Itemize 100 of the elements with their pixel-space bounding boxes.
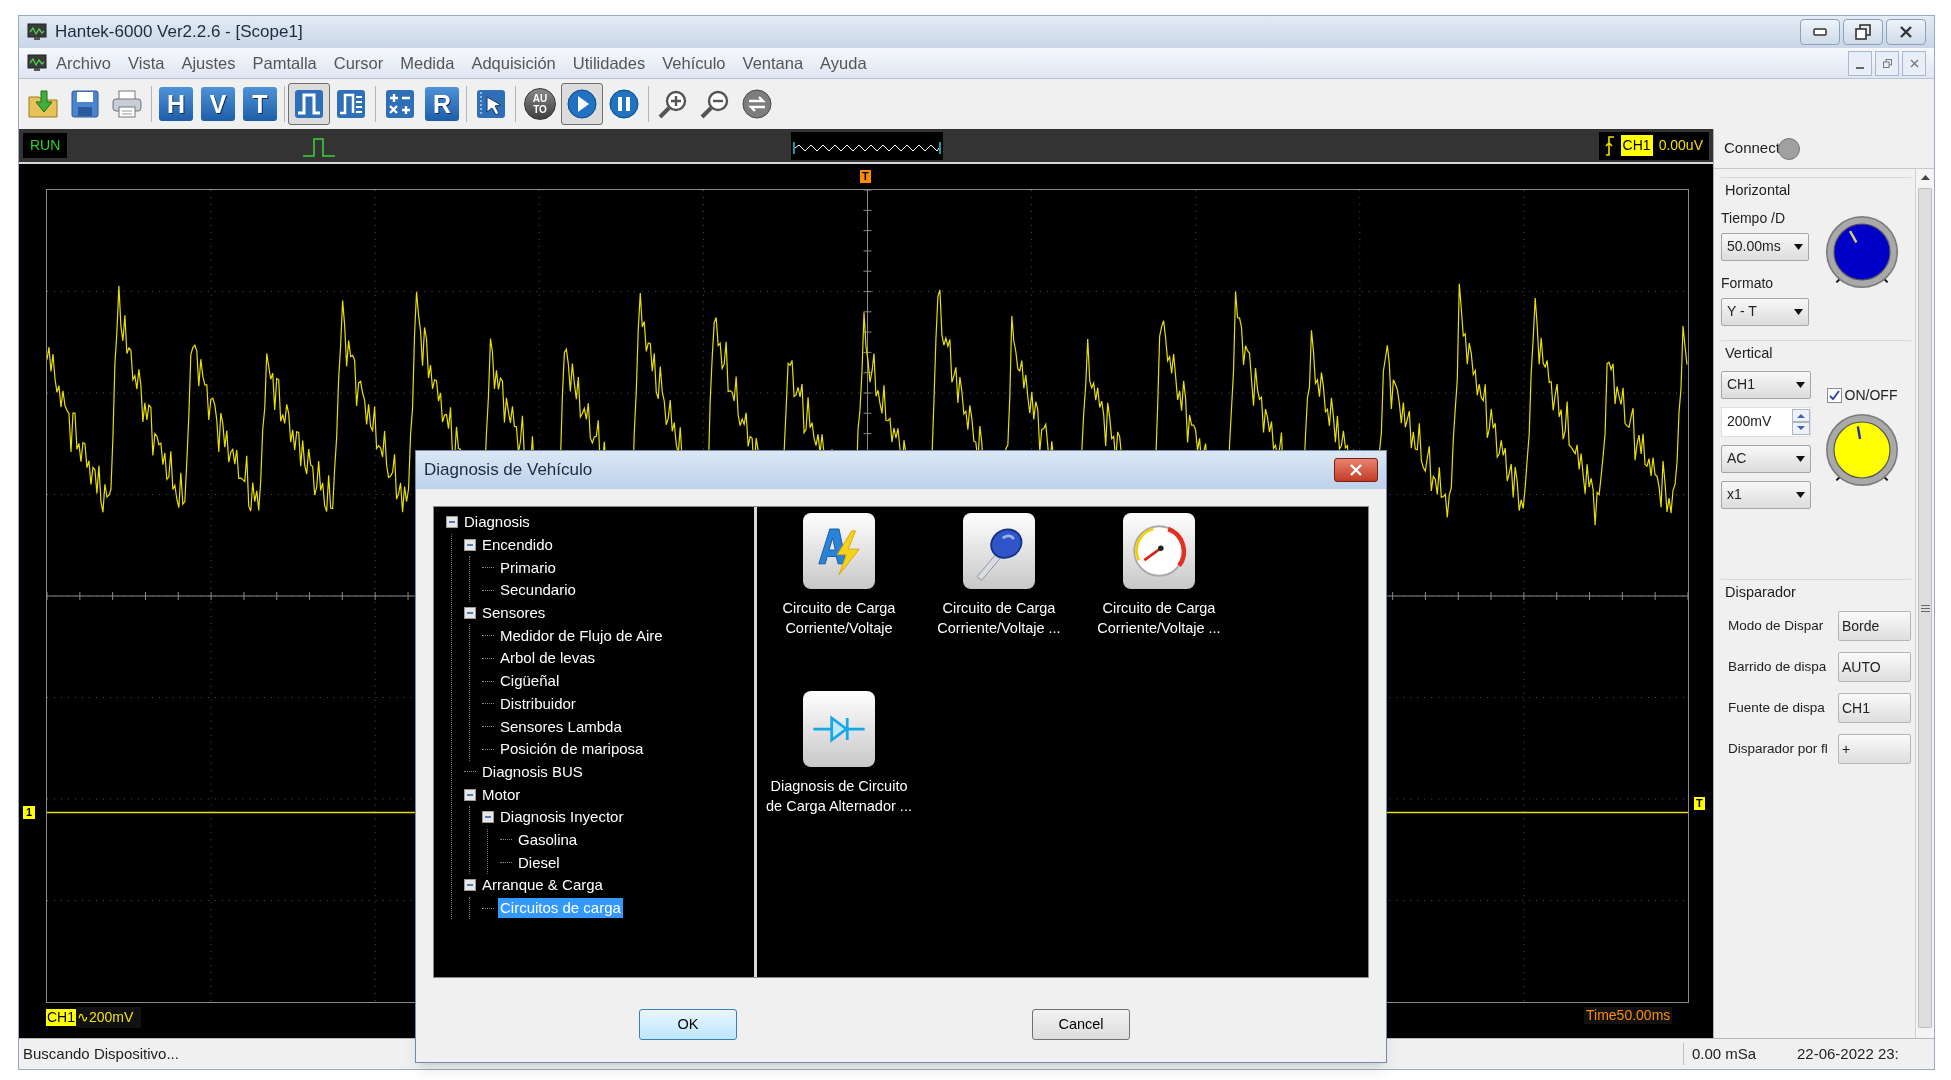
pulse-button[interactable] xyxy=(288,83,330,125)
dropdown[interactable]: x1 xyxy=(1721,480,1811,509)
tree-item[interactable]: Primario xyxy=(498,557,558,578)
square-wave-icon xyxy=(335,88,367,120)
tree-item[interactable]: Gasolina xyxy=(516,829,580,850)
spinner-arrows-icon[interactable] xyxy=(1792,408,1810,435)
menu-item[interactable]: Medida xyxy=(399,50,456,76)
tree-item[interactable]: Arranque & Carga xyxy=(480,875,605,896)
field-label: Disparador por fl xyxy=(1728,740,1829,759)
tree-item[interactable]: Arbol de levas xyxy=(498,648,598,669)
tree-item[interactable]: Encendido xyxy=(480,535,555,556)
tree-item[interactable]: Posición de mariposa xyxy=(498,739,646,760)
dropdown-value: 50.00ms xyxy=(1727,237,1781,257)
minimize-button[interactable] xyxy=(1800,19,1840,45)
pause-icon xyxy=(608,88,640,120)
square-wave-icon xyxy=(293,88,325,120)
dropdown-value: AC xyxy=(1727,449,1747,468)
section-title: Horizontal xyxy=(1724,181,1792,200)
minimize-icon xyxy=(1813,28,1827,36)
collapse-icon[interactable] xyxy=(464,539,476,552)
menu-item[interactable]: Adquisición xyxy=(470,50,557,76)
test-label[interactable]: Circuito de Carga Corriente/Voltaje xyxy=(782,598,896,638)
cursor-icon xyxy=(475,88,507,120)
scroll-thumb[interactable] xyxy=(1918,188,1932,1028)
restore-icon xyxy=(1882,58,1892,68)
close-icon xyxy=(1899,25,1913,39)
dropdown[interactable]: + xyxy=(1838,734,1911,765)
dropdown-arrow-icon xyxy=(1796,455,1805,462)
trigger-level-marker: T xyxy=(1694,797,1705,810)
arrows-icon xyxy=(741,88,773,120)
menu-item[interactable]: Vista xyxy=(127,50,166,76)
dropdown[interactable]: Borde xyxy=(1838,611,1911,642)
restore-button[interactable] xyxy=(1843,19,1883,45)
rising-edge-icon xyxy=(1604,135,1615,156)
tree-item[interactable]: Medidor de Flujo de Aire xyxy=(498,625,665,646)
tree-item[interactable]: Diagnosis BUS xyxy=(480,761,585,782)
test-tile[interactable] xyxy=(803,691,875,767)
folder-icon xyxy=(27,88,59,120)
test-tile[interactable] xyxy=(963,513,1035,589)
dropdown[interactable]: Y - T xyxy=(1721,297,1809,326)
tree-item[interactable]: Diagnosis Inyector xyxy=(498,807,626,828)
tree-item[interactable]: Diagnosis xyxy=(462,512,532,533)
menu-item[interactable]: Ajustes xyxy=(180,50,237,76)
section-title: Disparador xyxy=(1724,582,1797,602)
tree-item[interactable]: Sensores xyxy=(480,603,548,624)
play-icon xyxy=(566,88,598,120)
dropdown[interactable]: 50.00ms xyxy=(1721,232,1809,261)
floppy-icon xyxy=(69,88,101,120)
on-off-checkbox[interactable]: ON/OFF xyxy=(1826,384,1898,406)
tree-item[interactable]: Sensores Lambda xyxy=(498,716,624,737)
collapse-icon[interactable] xyxy=(482,811,494,824)
play-button[interactable] xyxy=(561,83,603,125)
monitor-icon xyxy=(27,54,47,72)
cancel-button[interactable]: Cancel xyxy=(1032,1009,1130,1040)
collapse-icon[interactable] xyxy=(464,788,476,801)
connect-label: Connect xyxy=(1724,138,1780,159)
menu-item[interactable]: Ventana xyxy=(741,50,805,76)
close-button[interactable] xyxy=(1334,458,1378,482)
minimize-icon xyxy=(1856,66,1864,70)
checkbox[interactable] xyxy=(1826,387,1842,403)
tree-item[interactable]: Diesel xyxy=(516,852,562,873)
minimize-button[interactable] xyxy=(1848,50,1872,76)
collapse-icon[interactable] xyxy=(464,879,476,892)
test-tile[interactable] xyxy=(803,513,875,589)
menu-item[interactable]: Vehículo xyxy=(661,50,727,76)
menu-item[interactable]: Pamtalla xyxy=(251,50,318,76)
test-label[interactable]: Diagnosis de Circuito de Carga Alternador ... xyxy=(766,776,912,816)
grip-icon xyxy=(1920,603,1930,613)
dropdown-value: Y - T xyxy=(1727,302,1757,322)
trigger-position-marker: T xyxy=(860,170,871,183)
restore-button[interactable] xyxy=(1875,50,1899,76)
tree-item[interactable]: Motor xyxy=(480,784,523,805)
tree-item[interactable]: Cigüeñal xyxy=(498,671,562,692)
field-label: Modo de Dispar xyxy=(1728,617,1825,636)
dropdown[interactable]: CH1 xyxy=(1838,693,1911,724)
tree-item[interactable]: Distribuidor xyxy=(498,693,578,714)
ok-button[interactable]: OK xyxy=(639,1009,737,1040)
channel-badge: CH1 xyxy=(46,1009,76,1026)
window-title: Hantek-6000 Ver2.2.6 - [Scope1] xyxy=(55,21,303,44)
menu-item[interactable]: Ayuda xyxy=(819,50,868,76)
collapse-icon[interactable] xyxy=(446,516,458,529)
dropdown[interactable]: AUTO xyxy=(1838,652,1911,683)
monitor-icon xyxy=(27,23,47,41)
menu-item[interactable]: Cursor xyxy=(332,50,385,76)
dropdown-value: CH1 xyxy=(1727,375,1755,394)
vertical-scale: ∿200mV xyxy=(76,1007,142,1028)
test-label[interactable]: Circuito de Carga Corriente/Voltaje ... xyxy=(1097,598,1221,638)
collapse-icon[interactable] xyxy=(464,607,476,620)
close-icon xyxy=(1909,58,1919,68)
dropdown[interactable]: CH1 xyxy=(1721,370,1811,399)
menu-item[interactable]: Utilidades xyxy=(571,50,647,76)
tree-item[interactable]: Secundario xyxy=(498,580,578,601)
pulse-icon xyxy=(302,137,336,157)
dropdown[interactable]: AC xyxy=(1721,444,1811,473)
test-tile[interactable] xyxy=(1123,513,1195,589)
status-message: Buscando Dispositivo... xyxy=(22,1043,180,1064)
test-label[interactable]: Circuito de Carga Corriente/Voltaje ... xyxy=(937,598,1061,638)
spin-box[interactable]: 200mV xyxy=(1721,406,1811,437)
close-button[interactable] xyxy=(1886,19,1926,45)
menu-item[interactable]: Archivo xyxy=(55,50,113,76)
